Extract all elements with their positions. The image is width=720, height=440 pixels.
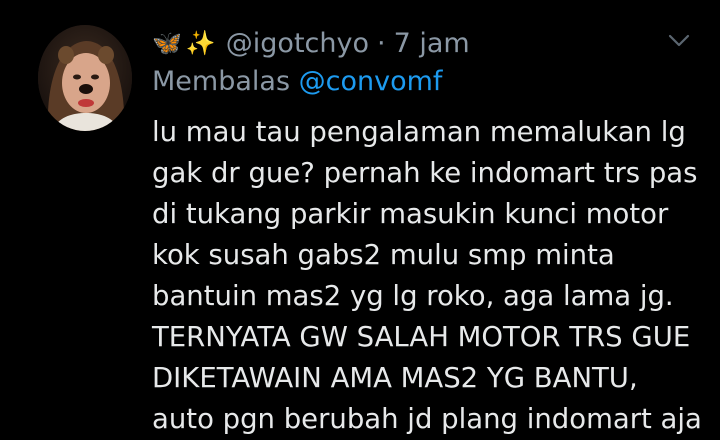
butterfly-emoji: 🦋 <box>152 29 182 57</box>
tweet-header: 🦋 ✨ @igotchyo · 7 jam <box>152 23 470 63</box>
sparkles-emoji: ✨ <box>185 29 216 57</box>
timestamp[interactable]: 7 jam <box>394 28 470 59</box>
tweet-text-line: TERNYATA GW SALAH MOTOR TRS GUE <box>152 321 691 353</box>
user-handle[interactable]: @igotchyo <box>226 28 369 59</box>
tweet-text-line: bantuin mas2 yg lg roko, aga lama jg. <box>152 280 674 312</box>
tweet-text-line: gak dr gue? pernah ke indomart trs pas <box>152 157 698 189</box>
tweet-text-line: kok susah gabs2 mulu smp minta <box>152 239 615 271</box>
avatar-image <box>38 25 132 131</box>
reply-mention-link[interactable]: @convomf <box>299 66 443 97</box>
reply-prefix: Membalas <box>152 66 291 97</box>
tweet-text-line: auto pgn berubah jd plang indomart aja <box>152 403 702 435</box>
tweet-text: lu mau tau pengalaman memalukan lg gak d… <box>152 112 712 440</box>
tweet[interactable]: 🦋 ✨ @igotchyo · 7 jam Membalas @convomf … <box>0 0 720 435</box>
avatar[interactable] <box>38 25 132 131</box>
tweet-text-line: di tukang parkir masukin kunci motor <box>152 198 669 230</box>
reply-context: Membalas @convomf <box>152 66 442 97</box>
tweet-text-line: lu mau tau pengalaman memalukan lg <box>152 116 686 148</box>
separator-dot: · <box>376 27 386 59</box>
chevron-down-icon[interactable] <box>664 31 694 51</box>
tweet-text-line: DIKETAWAIN AMA MAS2 YG BANTU, <box>152 362 638 394</box>
